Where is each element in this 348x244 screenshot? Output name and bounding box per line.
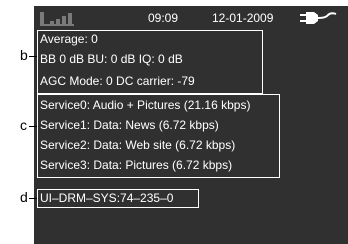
device-screen: 09:09 12-01-2009 Average: 0 BB 0 dB BU: … xyxy=(34,6,348,244)
average-line: Average: 0 xyxy=(40,32,98,46)
callout-label-b: b xyxy=(20,47,28,63)
system-id-text: UI–DRM–SYS:74–235–0 xyxy=(40,191,174,205)
callout-leader-d xyxy=(29,198,37,199)
services-panel: Service0: Audio + Pictures (21.16 kbps) … xyxy=(37,94,280,178)
signal-strength-icon xyxy=(40,12,74,26)
status-bar: 09:09 12-01-2009 xyxy=(34,6,348,28)
agc-dc-line: AGC Mode: 0 DC carrier: -79 xyxy=(40,74,195,88)
clock-time: 09:09 xyxy=(148,11,179,25)
status-date: 12-01-2009 xyxy=(212,11,274,25)
service-item: Service1: Data: News (6.72 kbps) xyxy=(40,118,219,132)
service-item: Service3: Data: Pictures (6.72 kbps) xyxy=(40,158,233,172)
system-id-panel: UI–DRM–SYS:74–235–0 xyxy=(37,189,199,208)
service-item: Service2: Data: Web site (6.72 kbps) xyxy=(40,138,236,152)
callout-label-d: d xyxy=(20,189,28,205)
callout-leader-b xyxy=(29,56,37,57)
service-item: Service0: Audio + Pictures (21.16 kbps) xyxy=(40,98,251,112)
signal-metrics-panel: Average: 0 BB 0 dB BU: 0 dB IQ: 0 dB AGC… xyxy=(37,30,263,94)
callout-leader-c xyxy=(29,126,37,127)
callout-label-c: c xyxy=(20,117,27,133)
bb-bu-iq-line: BB 0 dB BU: 0 dB IQ: 0 dB xyxy=(40,52,183,66)
power-plug-icon xyxy=(300,12,337,24)
